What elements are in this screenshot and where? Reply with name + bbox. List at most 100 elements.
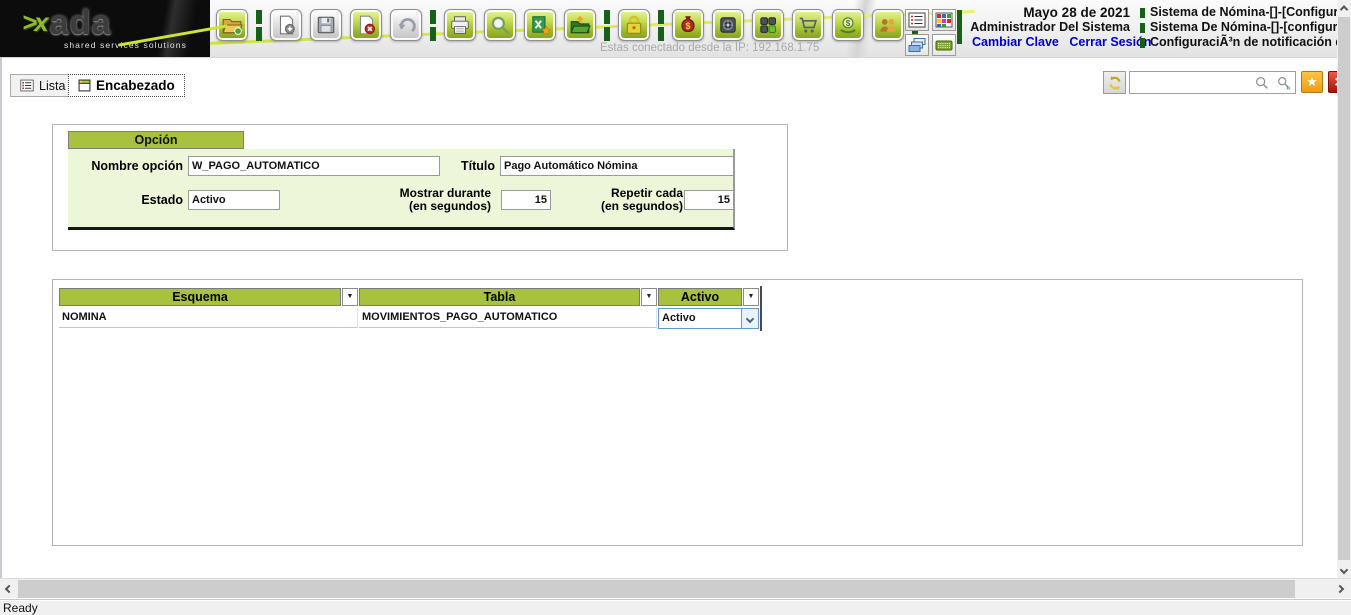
activo-filter-button[interactable]: ▼ <box>743 288 759 306</box>
search-next-button[interactable]: » <box>1274 74 1294 92</box>
scroll-right-button[interactable] <box>1331 579 1349 599</box>
mosaic-icon <box>935 12 953 28</box>
search-next-icon: » <box>1276 75 1292 91</box>
status-text: Ready <box>3 601 38 615</box>
keyboard-icon <box>935 37 953 53</box>
modules-grid-icon <box>757 14 779 36</box>
search-button[interactable] <box>1252 74 1272 92</box>
column-header-tabla[interactable]: Tabla <box>359 288 640 306</box>
magnifier-icon <box>489 14 511 36</box>
tabla-filter-button[interactable]: ▼ <box>641 288 657 306</box>
ada-logo-mark: >x <box>22 7 46 38</box>
keyboard-button[interactable] <box>932 34 956 56</box>
header-separator <box>957 10 962 44</box>
search-input[interactable] <box>1132 74 1250 91</box>
horizontal-scrollbar[interactable] <box>0 578 1351 598</box>
dropdown-arrow-icon: ▼ <box>347 293 354 300</box>
system-title-3: ConfiguraciÃ³n de notificación de b <box>1150 35 1337 50</box>
view-mode-buttons <box>905 9 956 56</box>
safe-button[interactable] <box>712 9 744 41</box>
opcion-section-tab[interactable]: Opción <box>68 131 244 149</box>
repetir-cada-label2: (en segundos) <box>588 200 683 213</box>
toolbar-separator <box>604 10 610 41</box>
tab-lista[interactable]: Lista <box>10 74 75 97</box>
vertical-scrollbar[interactable] <box>1337 0 1351 578</box>
esquema-filter-button[interactable]: ▼ <box>342 288 358 306</box>
refresh-button[interactable] <box>1103 71 1126 94</box>
activo-combobox-value: Activo <box>662 312 696 324</box>
toolbar-separator <box>658 10 664 41</box>
mostrar-durante-input[interactable] <box>501 190 551 210</box>
titulo-label: Título <box>450 159 495 173</box>
system-titles: Sistema de Nómina-[]-[ConfiguraciÃ Siste… <box>1140 5 1337 50</box>
row-activo-combobox[interactable]: Activo <box>658 308 759 329</box>
undo-button[interactable] <box>390 9 422 41</box>
estado-input[interactable] <box>188 190 280 210</box>
export-excel-button[interactable] <box>524 9 556 41</box>
session-info: Mayo 28 de 2021 Administrador Del Sistem… <box>965 5 1130 50</box>
save-button[interactable] <box>310 9 342 41</box>
app-window: >x ada shared services solutions <box>0 0 1351 615</box>
chevron-down-icon <box>746 314 754 322</box>
list-view-button[interactable] <box>905 9 929 31</box>
column-header-esquema[interactable]: Esquema <box>59 288 341 306</box>
favorite-button[interactable]: ★ <box>1301 71 1323 93</box>
titulo-input[interactable] <box>500 156 734 176</box>
nombre-opcion-input[interactable] <box>188 156 440 176</box>
scroll-down-button[interactable] <box>1337 562 1351 578</box>
row-cell-esquema[interactable]: NOMINA <box>59 308 358 328</box>
print-button[interactable] <box>444 9 476 41</box>
system-title-2: Sistema De Nómina-[]-[configuraciã <box>1150 20 1337 35</box>
tab-lista-label: Lista <box>39 79 65 93</box>
lock-icon <box>622 13 646 37</box>
encabezado-tab-icon <box>78 79 91 92</box>
money-bag-icon: $ <box>677 14 699 36</box>
chevron-down-icon <box>1340 566 1348 574</box>
chevron-right-icon <box>1336 585 1344 593</box>
lista-tab-icon <box>20 79 34 92</box>
column-header-activo[interactable]: Activo <box>658 288 742 306</box>
cascade-windows-button[interactable] <box>905 34 929 56</box>
users-button[interactable] <box>872 9 904 41</box>
nombre-opcion-label: Nombre opción <box>73 159 183 173</box>
combobox-dropdown-button[interactable] <box>741 309 758 328</box>
status-bar: Ready <box>0 599 1351 615</box>
scroll-left-button[interactable] <box>0 579 18 599</box>
vertical-scrollbar-thumb[interactable] <box>1338 17 1350 560</box>
system-title-1: Sistema de Nómina-[]-[ConfiguraciÃ <box>1150 5 1337 20</box>
svg-text:$: $ <box>846 19 851 28</box>
svg-text:$: $ <box>686 21 691 31</box>
star-icon: ★ <box>1306 74 1318 89</box>
modules-grid-button[interactable] <box>752 9 784 41</box>
repetir-cada-input[interactable] <box>684 190 734 210</box>
list-view-icon <box>908 12 926 28</box>
row-cell-tabla[interactable]: MOVIMIENTOS_PAGO_AUTOMATICO <box>359 308 657 328</box>
change-password-link[interactable]: Cambiar Clave <box>972 35 1059 49</box>
connection-status: Estas conectado desde la IP: 192.168.1.7… <box>600 42 819 54</box>
opcion-form: Nombre opción Título Estado Mostrar dura… <box>68 149 735 230</box>
mosaic-view-button[interactable] <box>932 9 956 31</box>
lock-button[interactable] <box>618 9 650 41</box>
chevron-left-icon <box>5 585 13 593</box>
current-user: Administrador Del Sistema <box>965 20 1130 35</box>
upload-folder-button[interactable] <box>564 9 596 41</box>
dropdown-arrow-icon: ▼ <box>646 293 653 300</box>
safe-icon <box>717 14 739 36</box>
title-bullet <box>1140 38 1145 48</box>
upload-folder-icon <box>569 14 591 36</box>
scroll-up-button[interactable] <box>1337 0 1351 16</box>
search-records-button[interactable] <box>484 9 516 41</box>
tab-encabezado[interactable]: Encabezado <box>68 74 185 97</box>
money-bag-button[interactable]: $ <box>672 9 704 41</box>
toolbar: $ <box>216 9 926 41</box>
delete-document-button[interactable] <box>350 9 382 41</box>
horizontal-scrollbar-thumb[interactable] <box>18 580 1295 598</box>
current-date: Mayo 28 de 2021 <box>965 5 1130 20</box>
hand-money-button[interactable]: $ <box>832 9 864 41</box>
svg-text:»: » <box>1286 84 1290 91</box>
print-icon <box>449 14 471 36</box>
title-bullet <box>1140 8 1145 18</box>
table-right-edge <box>760 286 762 331</box>
shopping-cart-button[interactable] <box>792 9 824 41</box>
new-document-button[interactable] <box>270 9 302 41</box>
